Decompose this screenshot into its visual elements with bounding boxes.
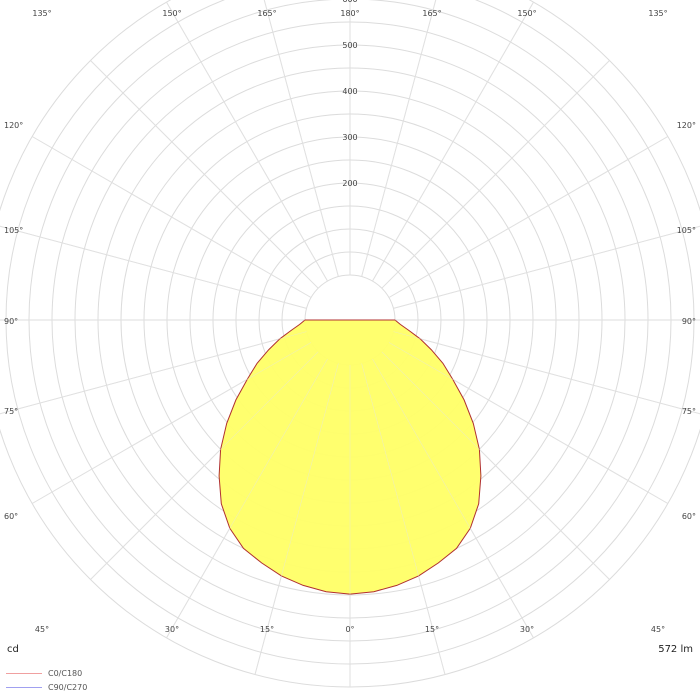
legend-label-c90: C90/C270 bbox=[48, 683, 88, 692]
angle-label-left: 60° bbox=[4, 512, 18, 521]
angle-label-left: 90° bbox=[4, 317, 18, 326]
legend-item-c0: C0/C180 bbox=[6, 669, 82, 678]
angle-label-bottom: 30° bbox=[520, 625, 534, 634]
angle-label-bottom: 30° bbox=[165, 625, 179, 634]
angle-label-top: 135° bbox=[648, 9, 667, 18]
grid-spoke-overlay bbox=[166, 2, 328, 282]
angle-label-top: 150° bbox=[162, 9, 181, 18]
legend-swatch-c90 bbox=[6, 687, 42, 688]
radial-tick-label: 300 bbox=[342, 133, 357, 142]
angle-label-right: 120° bbox=[677, 121, 696, 130]
angle-label-top: 165° bbox=[257, 9, 276, 18]
polar-chart: 200 300 400 500 600 135° 150° 165° 180° 165° 150°… bbox=[0, 0, 700, 688]
intensity-curves bbox=[0, 0, 700, 687]
angle-label-left: 120° bbox=[4, 121, 23, 130]
angle-label-right: 90° bbox=[682, 317, 696, 326]
radial-tick-label: 200 bbox=[342, 179, 357, 188]
radial-tick-label: 600 bbox=[342, 0, 357, 4]
legend-swatch-c0 bbox=[6, 673, 42, 674]
grid-spoke-overlay bbox=[32, 136, 312, 298]
legend-label-c0: C0/C180 bbox=[48, 669, 83, 678]
angle-label-top: 165° bbox=[422, 9, 441, 18]
legend-item-c90: C90/C270 bbox=[6, 683, 87, 692]
angle-label-bottom: 15° bbox=[425, 625, 439, 634]
angle-label-top: 135° bbox=[32, 9, 51, 18]
angle-label-bottom: 0° bbox=[345, 625, 354, 634]
radial-tick-label: 400 bbox=[342, 87, 357, 96]
angle-label-bottom: 45° bbox=[651, 625, 665, 634]
unit-label: cd bbox=[7, 644, 19, 655]
flux-label: 572 lm bbox=[658, 644, 693, 655]
angle-label-top: 180° bbox=[340, 9, 359, 18]
angle-label-right: 105° bbox=[677, 226, 696, 235]
radial-tick-label: 500 bbox=[342, 41, 357, 50]
grid-spoke-overlay bbox=[388, 136, 668, 298]
angle-label-bottom: 15° bbox=[260, 625, 274, 634]
grid-spoke-overlay bbox=[393, 225, 700, 309]
angle-label-bottom: 45° bbox=[35, 625, 49, 634]
angle-label-top: 150° bbox=[517, 9, 536, 18]
grid-spoke-overlay bbox=[0, 225, 307, 309]
angle-label-left: 75° bbox=[4, 407, 18, 416]
angle-label-left: 105° bbox=[4, 226, 23, 235]
grid-spoke-overlay bbox=[372, 2, 534, 282]
angle-label-right: 75° bbox=[682, 407, 696, 416]
angle-label-right: 60° bbox=[682, 512, 696, 521]
